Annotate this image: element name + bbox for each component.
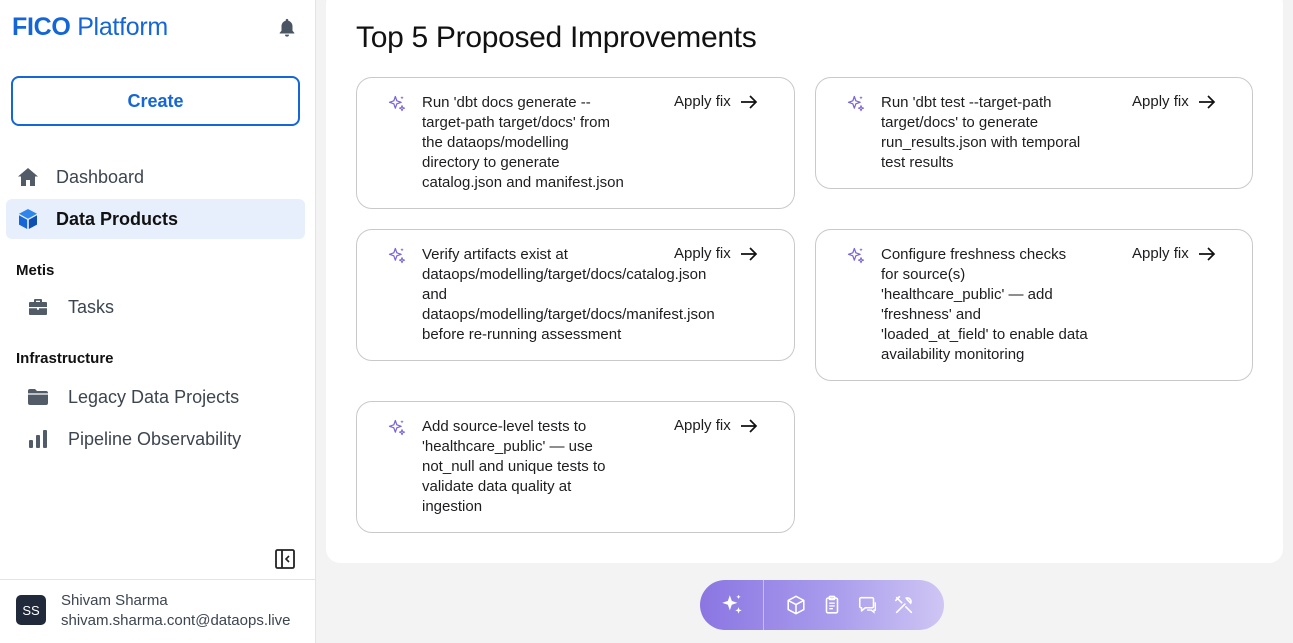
chat-icon	[858, 596, 877, 614]
section-label-metis: Metis	[16, 262, 55, 279]
sidebar-item-dashboard[interactable]: Dashboard	[6, 157, 305, 197]
brand-bold: FICO	[12, 13, 71, 41]
arrow-right-icon	[740, 94, 757, 109]
chat-button[interactable]	[850, 580, 886, 630]
improvement-card: Run 'dbt test --target-path target/docs'…	[815, 77, 1253, 189]
sidebar-item-tasks[interactable]: Tasks	[6, 287, 305, 327]
home-icon	[16, 165, 40, 189]
arrow-right-icon	[1198, 94, 1215, 109]
sidebar-item-pipeline-observability[interactable]: Pipeline Observability	[6, 419, 305, 459]
ai-assistant-button[interactable]	[700, 580, 764, 630]
folder-icon	[26, 385, 50, 409]
improvement-text: Add source-level tests to 'healthcare_pu…	[422, 418, 606, 515]
create-button[interactable]: Create	[11, 76, 300, 126]
improvement-text: Run 'dbt test --target-path target/docs'…	[881, 94, 1081, 171]
apply-fix-button[interactable]: Apply fix	[674, 417, 758, 434]
sidebar-item-label: Data Products	[56, 208, 179, 229]
sidebar-item-legacy-data-projects[interactable]: Legacy Data Projects	[6, 377, 305, 417]
improvement-card: Configure freshness checks for source(s)…	[815, 229, 1253, 381]
improvement-card: Add source-level tests to 'healthcare_pu…	[356, 401, 795, 533]
sparkle-icon	[847, 95, 865, 112]
bell-icon[interactable]	[276, 17, 298, 39]
sparkle-icon	[388, 419, 406, 436]
briefcase-icon	[26, 295, 50, 319]
page-title: Top 5 Proposed Improvements	[356, 21, 757, 54]
sparkle-icon	[388, 247, 406, 264]
user-name: Shivam Sharma	[61, 592, 168, 609]
sparkle-icon	[721, 594, 742, 614]
arrow-right-icon	[740, 418, 757, 433]
clipboard-button[interactable]	[814, 580, 850, 630]
sparkle-icon	[847, 247, 865, 264]
sidebar-item-data-products[interactable]: Data Products	[6, 199, 305, 239]
sidebar-item-label: Legacy Data Projects	[68, 386, 240, 407]
apply-fix-button[interactable]: Apply fix	[1132, 245, 1216, 262]
improvement-text: Configure freshness checks for source(s)…	[881, 246, 1088, 363]
cube-icon	[16, 207, 40, 231]
improvement-card: Verify artifacts exist at dataops/modell…	[356, 229, 795, 361]
clipboard-icon	[825, 595, 839, 614]
apply-fix-button[interactable]: Apply fix	[1132, 93, 1216, 110]
brand-light: Platform	[77, 13, 168, 41]
avatar: SS	[16, 595, 46, 625]
improvement-text: Run 'dbt docs generate -- target-path ta…	[422, 94, 624, 191]
cube-icon	[787, 595, 805, 615]
sidebar: FICO Platform Create Dashboard Data Prod…	[0, 0, 316, 643]
sparkle-icon	[388, 95, 406, 112]
tools-icon	[894, 595, 913, 614]
sidebar-item-label: Dashboard	[56, 166, 145, 187]
arrow-right-icon	[1198, 246, 1215, 261]
user-email: shivam.sharma.cont@dataops.live	[61, 612, 291, 629]
brand-logo[interactable]: FICO Platform	[12, 13, 168, 42]
improvement-card: Run 'dbt docs generate -- target-path ta…	[356, 77, 795, 209]
apply-fix-button[interactable]: Apply fix	[674, 245, 758, 262]
section-label-infrastructure: Infrastructure	[16, 350, 114, 367]
improvement-text: Verify artifacts exist at dataops/modell…	[422, 246, 715, 343]
arrow-right-icon	[740, 246, 757, 261]
collapse-sidebar-icon[interactable]	[274, 548, 296, 570]
bar-chart-icon	[26, 427, 50, 451]
cube-button[interactable]	[778, 580, 814, 630]
user-profile[interactable]: SS Shivam Sharma shivam.sharma.cont@data…	[0, 579, 316, 643]
sidebar-item-label: Tasks	[68, 296, 115, 317]
assistant-toolbar	[700, 580, 944, 630]
sidebar-item-label: Pipeline Observability	[68, 428, 242, 449]
apply-fix-button[interactable]: Apply fix	[674, 93, 758, 110]
tools-button[interactable]	[886, 580, 922, 630]
